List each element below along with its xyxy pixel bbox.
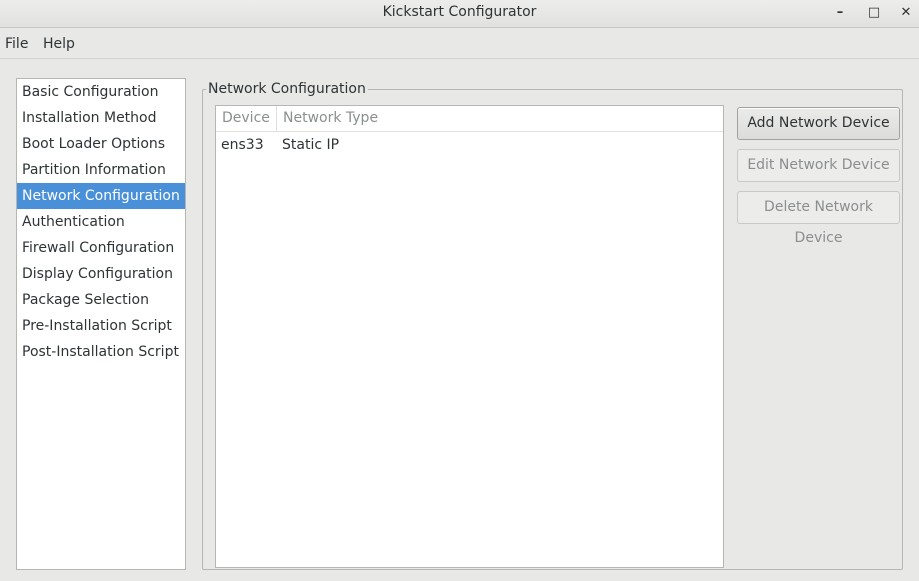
sidebar-item-pre-installation-script[interactable]: Pre-Installation Script [17, 313, 185, 339]
sidebar-item-boot-loader-options[interactable]: Boot Loader Options [17, 131, 185, 157]
column-header-network-type[interactable]: Network Type [283, 106, 378, 131]
edit-network-device-button[interactable]: Edit Network Device [737, 149, 900, 182]
delete-network-device-button[interactable]: Delete Network Device [737, 191, 900, 246]
add-network-device-button[interactable]: Add Network Device [737, 107, 900, 140]
sidebar-item-authentication[interactable]: Authentication [17, 209, 185, 235]
sidebar-item-firewall-configuration[interactable]: Firewall Configuration [17, 235, 185, 261]
close-icon[interactable]: ✕ [893, 2, 919, 24]
menu-file[interactable]: File [5, 29, 28, 59]
cell-network-type: Static IP [282, 137, 340, 153]
title-bar: Kickstart Configurator – □ ✕ [0, 0, 919, 28]
section-title: Network Configuration [206, 80, 368, 98]
sidebar-list: Basic Configuration Installation Method … [16, 78, 186, 570]
menu-help[interactable]: Help [43, 29, 75, 59]
window-title: Kickstart Configurator [382, 4, 537, 20]
cell-device: ens33 [221, 137, 264, 153]
column-separator[interactable] [276, 106, 277, 131]
sidebar-item-basic-configuration[interactable]: Basic Configuration [17, 79, 185, 105]
maximize-icon[interactable]: □ [861, 2, 887, 24]
table-row[interactable]: ens33 Static IP [216, 132, 723, 158]
menu-bar: File Help [0, 29, 919, 59]
table-header: Device Network Type [216, 106, 723, 132]
column-header-device[interactable]: Device [222, 106, 270, 131]
sidebar-item-network-configuration[interactable]: Network Configuration [17, 183, 185, 209]
sidebar-item-partition-information[interactable]: Partition Information [17, 157, 185, 183]
sidebar-item-installation-method[interactable]: Installation Method [17, 105, 185, 131]
minimize-icon[interactable]: – [827, 2, 853, 24]
sidebar-item-display-configuration[interactable]: Display Configuration [17, 261, 185, 287]
sidebar-item-package-selection[interactable]: Package Selection [17, 287, 185, 313]
sidebar-item-post-installation-script[interactable]: Post-Installation Script [17, 339, 185, 365]
network-device-table[interactable]: Device Network Type ens33 Static IP [215, 105, 724, 568]
